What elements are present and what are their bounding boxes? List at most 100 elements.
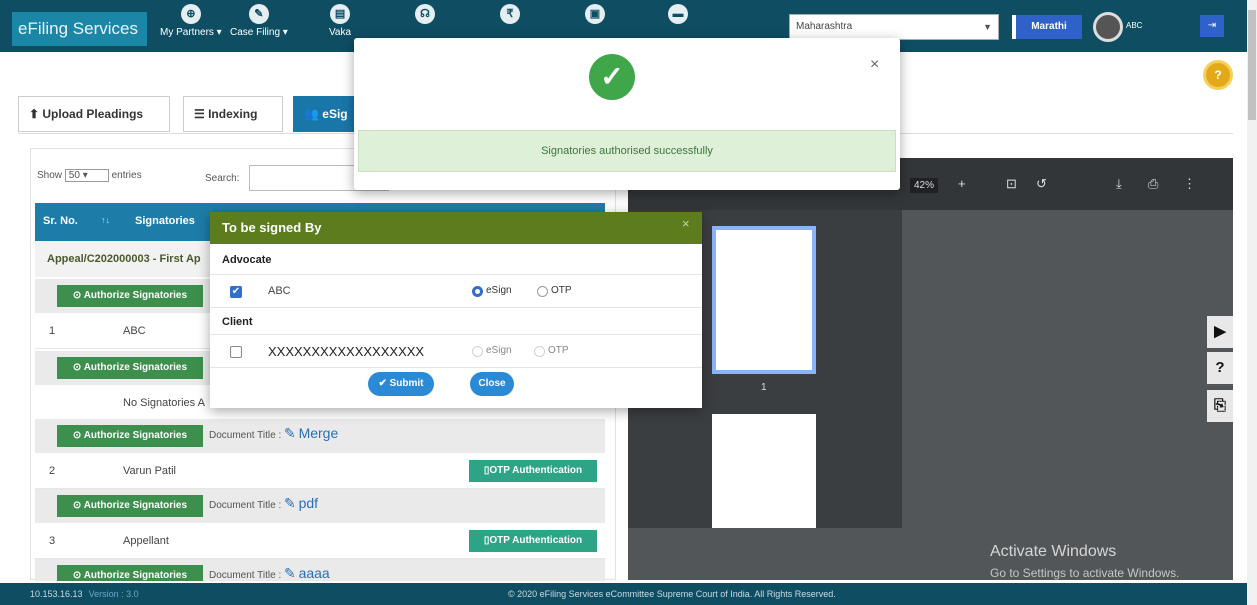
- dialog-title: To be signed By: [210, 212, 702, 244]
- briefcase-icon: ▬: [668, 4, 688, 24]
- close-icon[interactable]: ×: [682, 216, 690, 231]
- esign-radio[interactable]: [472, 286, 483, 297]
- document-title: Document Title : ✎ aaaa: [209, 565, 330, 581]
- authorize-row: ⊙ Authorize Signatories Document Title :…: [35, 559, 605, 581]
- page-thumbnail[interactable]: [712, 414, 816, 528]
- row-name: No Signatories A: [123, 397, 205, 409]
- activation-watermark-subtitle: Go to Settings to activate Windows.: [990, 566, 1180, 580]
- edit-icon: ✎: [284, 495, 296, 511]
- header-sr-no[interactable]: Sr. No.: [43, 215, 78, 227]
- nav-documents[interactable]: ▣: [585, 4, 605, 27]
- length-label: Show: [37, 170, 63, 181]
- rupee-icon: ₹: [500, 4, 520, 24]
- success-dialog: ✓ × Signatories authorised successfully: [354, 38, 900, 190]
- nav-vakalatnama[interactable]: ▤ Vaka: [329, 4, 351, 38]
- page-thumbnail[interactable]: [712, 226, 816, 374]
- submit-button[interactable]: ✔ Submit: [368, 372, 434, 396]
- row-sr: 3: [49, 535, 56, 547]
- state-select[interactable]: Maharashtra ▼: [789, 14, 999, 40]
- help-coin-icon[interactable]: ?: [1203, 60, 1233, 90]
- activation-watermark-title: Activate Windows: [990, 543, 1117, 560]
- rotate-icon[interactable]: ↺: [1036, 176, 1047, 192]
- table-row: 3 Appellant ▯OTP Authentication: [35, 523, 605, 559]
- esign-radio[interactable]: [472, 346, 483, 357]
- nav-case-filing[interactable]: ✎ Case Filing ▾: [230, 4, 288, 38]
- close-icon[interactable]: ×: [870, 56, 879, 74]
- search-label: Search:: [205, 173, 240, 184]
- zoom-level[interactable]: 42%: [910, 178, 939, 193]
- close-button[interactable]: Close: [470, 372, 514, 396]
- document-title: Document Title : ✎ Merge: [209, 425, 339, 441]
- copyright: © 2020 eFiling Services eCommittee Supre…: [508, 589, 836, 599]
- nav-support[interactable]: ☊: [415, 4, 435, 27]
- nav-payment[interactable]: ₹: [500, 4, 520, 27]
- headset-icon: ☊: [415, 4, 435, 24]
- document-link[interactable]: aaaa: [299, 565, 330, 581]
- nav-label: Vaka: [329, 27, 352, 38]
- otp-radio[interactable]: [534, 346, 545, 357]
- more-menu-icon[interactable]: ⋮: [1183, 176, 1196, 192]
- authorize-signatories-button[interactable]: ⊙ Authorize Signatories: [57, 495, 203, 517]
- tab-upload-pleadings[interactable]: ⬆ Upload Pleadings: [18, 96, 170, 132]
- row-sr: 1: [49, 325, 56, 337]
- row-name: Varun Patil: [123, 465, 176, 477]
- client-label: Client: [222, 316, 253, 328]
- document-title: Document Title : ✎ pdf: [209, 495, 319, 511]
- language-button[interactable]: Marathi: [1012, 15, 1082, 39]
- logout-icon[interactable]: ⇥: [1200, 15, 1224, 37]
- zoom-in-icon[interactable]: +: [958, 176, 966, 191]
- print-icon[interactable]: ⎙: [1148, 176, 1158, 192]
- authorize-signatories-button[interactable]: ⊙ Authorize Signatories: [57, 357, 203, 379]
- tab-indexing[interactable]: ☰ Indexing: [183, 96, 283, 132]
- help-icon[interactable]: ?: [1207, 352, 1233, 384]
- avatar[interactable]: [1093, 12, 1123, 42]
- brand-logo[interactable]: eFiling Services: [12, 12, 147, 46]
- handshake-icon: ⊕: [180, 4, 201, 24]
- pdf-icon[interactable]: ⎘: [1207, 390, 1233, 422]
- authorize-signatories-button[interactable]: ⊙ Authorize Signatories: [57, 285, 203, 307]
- otp-radio[interactable]: [537, 286, 548, 297]
- signer-row-advocate: ✔ ABC eSign OTP: [210, 274, 702, 308]
- page-number: 1: [761, 382, 767, 393]
- otp-authentication-button[interactable]: ▯OTP Authentication: [469, 530, 597, 552]
- client-name: XXXXXXXXXXXXXXXXXX: [268, 344, 425, 359]
- client-checkbox[interactable]: [230, 346, 242, 358]
- play-icon[interactable]: ▶: [1207, 316, 1233, 348]
- signers-dialog: To be signed By × Advocate ✔ ABC eSign O…: [210, 212, 702, 408]
- nav-my-partners[interactable]: ⊕ My Partners ▾: [160, 4, 222, 38]
- file-icon: ▣: [585, 4, 605, 24]
- sort-icon[interactable]: ↑↓: [101, 215, 110, 225]
- server-ip: 10.153.16.13 Version : 3.0: [30, 589, 139, 599]
- success-message: Signatories authorised successfully: [358, 130, 896, 172]
- signer-row-client: XXXXXXXXXXXXXXXXXX eSign OTP: [210, 334, 702, 368]
- header-signatories[interactable]: Signatories: [135, 215, 195, 227]
- footer: 10.153.16.13 Version : 3.0 © 2020 eFiling…: [0, 583, 1247, 605]
- state-select-value: Maharashtra: [796, 21, 853, 32]
- advocate-label: Advocate: [222, 254, 272, 266]
- nav-label: My Partners ▾: [160, 27, 222, 38]
- document-link[interactable]: Merge: [299, 425, 339, 441]
- nav-cases[interactable]: ▬: [668, 4, 688, 27]
- document-link[interactable]: pdf: [299, 495, 318, 511]
- page-scrollbar[interactable]: [1247, 0, 1257, 605]
- advocate-checkbox[interactable]: ✔: [230, 286, 242, 298]
- row-sr: 2: [49, 465, 56, 477]
- tab-esign[interactable]: 👥 eSig: [293, 96, 363, 132]
- esign-label: eSign: [486, 285, 512, 296]
- table-length-control: Show 50 ▾ entries: [37, 169, 142, 182]
- row-name: ABC: [123, 325, 146, 337]
- user-name[interactable]: ABC: [1126, 21, 1142, 30]
- fit-page-icon[interactable]: ⊡: [1006, 176, 1017, 192]
- pdf-viewer: 42% + ⊡ ↺ ⤓ ⎙ ⋮ 1: [628, 158, 1233, 580]
- check-circle-icon: ✓: [589, 54, 635, 100]
- length-select[interactable]: 50 ▾: [64, 169, 109, 182]
- pencil-icon: ✎: [248, 4, 269, 24]
- authorize-row: ⊙ Authorize Signatories Document Title :…: [35, 419, 605, 453]
- authorize-signatories-button[interactable]: ⊙ Authorize Signatories: [57, 565, 203, 581]
- row-name: Appellant: [123, 535, 169, 547]
- app-version: Version : 3.0: [88, 589, 139, 599]
- scroll-thumb[interactable]: [1248, 10, 1256, 120]
- authorize-signatories-button[interactable]: ⊙ Authorize Signatories: [57, 425, 203, 447]
- download-icon[interactable]: ⤓: [1116, 176, 1122, 192]
- otp-authentication-button[interactable]: ▯OTP Authentication: [469, 460, 597, 482]
